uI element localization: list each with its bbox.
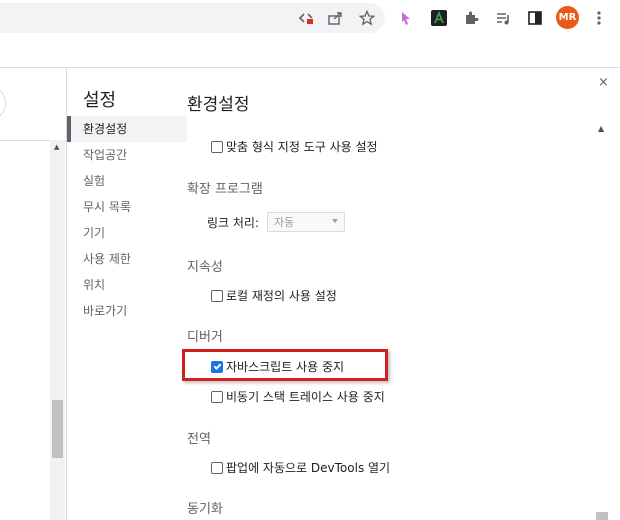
star-icon[interactable] [357,8,377,28]
persistence-section-title: 지속성 [187,260,223,275]
extension-a-icon[interactable] [429,8,449,28]
link-handling-select[interactable]: 자동 [267,212,346,232]
debugger-section-title: 디버거 [187,330,223,345]
extension-arrow-icon[interactable] [396,8,416,28]
settings-title: 설정 [83,90,117,111]
scroll-up-arrow-icon[interactable]: ▲ [598,124,604,133]
avatar[interactable]: MR [556,6,579,29]
disable-async-stack-checkbox[interactable] [211,390,223,403]
puzzle-icon[interactable] [461,8,481,28]
screen-capture-icon[interactable] [296,8,316,28]
local-overrides-checkbox[interactable] [211,289,223,302]
sidebar-item-shortcuts[interactable]: 바로가기 [67,298,187,324]
sidebar-item-experiments[interactable]: 실험 [67,168,187,194]
auto-devtools-popup-checkbox[interactable] [211,461,223,474]
format-tool-checkbox[interactable] [211,140,223,153]
sidebar-item-devices[interactable]: 기기 [67,220,187,246]
auto-devtools-popup-label: 팝업에 자동으로 DevTools 열기 [226,461,391,475]
page-content-strip [0,36,620,68]
sidebar-item-locations[interactable]: 위치 [67,272,187,298]
link-handling-value: 자동 [274,216,295,229]
auto-devtools-popup-option[interactable]: 팝업에 자동으로 DevTools 열기 [211,459,390,476]
page-title: 환경설정 [187,95,250,115]
format-tool-label: 맞춤 형식 지정 도구 사용 설정 [226,140,378,154]
extensions-section-title: 확장 프로그램 [187,182,263,197]
disable-async-stack-option[interactable]: 비동기 스택 트레이스 사용 중지 [211,388,385,405]
highlight-box [182,349,388,381]
settings-scrollbar[interactable] [594,120,610,520]
browser-toolbar: MR [0,0,620,36]
sidepanel-icon[interactable] [525,8,545,28]
local-overrides-label: 로컬 재정의 사용 설정 [226,289,337,303]
chevron-down-icon [332,219,339,223]
sidebar-item-throttling[interactable]: 사용 제한 [67,246,187,272]
menu-icon[interactable] [589,8,609,28]
link-handling-row: 링크 처리: 자동 [207,212,346,232]
share-icon[interactable] [325,8,345,28]
sidebar-item-preferences[interactable]: 환경설정 [67,116,187,142]
playlist-icon[interactable] [493,8,513,28]
close-button[interactable]: × [598,75,609,90]
sync-section-title: 동기화 [187,502,223,517]
underlying-page-scrollbar[interactable] [50,140,65,520]
link-handling-label: 링크 처리: [207,215,260,230]
settings-scroll-thumb[interactable] [596,512,608,520]
format-tool-option[interactable]: 맞춤 형식 지정 도구 사용 설정 [211,138,378,155]
disable-async-stack-label: 비동기 스택 트레이스 사용 중지 [226,390,385,404]
local-overrides-option[interactable]: 로컬 재정의 사용 설정 [211,287,337,304]
underlying-page-scroll-thumb[interactable] [52,400,63,458]
scroll-up-arrow-icon[interactable]: ▲ [54,143,59,151]
sidebar-item-ignore-list[interactable]: 무시 목록 [67,194,187,220]
sidebar-item-workspace[interactable]: 작업공간 [67,142,187,168]
global-section-title: 전역 [187,432,211,447]
